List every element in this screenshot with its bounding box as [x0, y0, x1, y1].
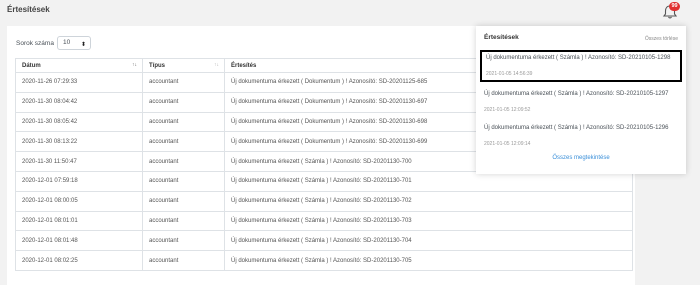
table-row[interactable]: 2020-12-01 07:59:18 accountant Új dokument…: [15, 170, 633, 192]
cell-type: accountant: [142, 91, 225, 113]
table-row[interactable]: 2020-12-01 08:01:48 accountant Új dokument…: [15, 230, 633, 252]
dropdown-title: Értesítések: [484, 34, 519, 41]
sort-icon: ↑↓: [214, 62, 219, 68]
cell-date: 2020-12-01 07:59:18: [15, 170, 143, 192]
cell-date: 2020-12-01 08:01:48: [15, 230, 143, 252]
notification-count-badge: 99: [669, 2, 680, 11]
cell-date: 2020-11-30 11:50:47: [15, 151, 143, 172]
cell-notification: Új dokumentuma érkezett ( Számla ) ! Azo…: [224, 170, 633, 192]
cell-notification: Új dokumentuma érkezett ( Számla ) ! Azo…: [224, 250, 633, 271]
cell-date: 2020-12-01 08:00:05: [15, 190, 143, 212]
table-row[interactable]: 2020-12-01 08:02:25 accountant Új dokument…: [15, 250, 633, 271]
cell-type: accountant: [142, 151, 225, 172]
cell-date: 2020-12-01 08:02:25: [15, 250, 143, 271]
cell-date: 2020-11-30 08:05:42: [15, 111, 143, 133]
clear-all-link[interactable]: Összes törlése: [645, 36, 678, 42]
cell-type: accountant: [142, 170, 225, 192]
notification-item[interactable]: Új dokumentuma érkezett ( Számla ) ! Azo…: [480, 122, 682, 154]
table-row[interactable]: 2020-12-01 08:01:01 accountant Új dokument…: [15, 210, 633, 232]
cell-type: accountant: [142, 230, 225, 252]
rows-per-page-value: 10: [63, 39, 71, 46]
cell-type: accountant: [142, 111, 225, 133]
notification-time: 2021-01-05 12:09:14: [484, 141, 531, 147]
cell-notification: Új dokumentuma érkezett ( Számla ) ! Azo…: [224, 190, 633, 212]
cell-date: 2020-12-01 08:01:01: [15, 210, 143, 232]
cell-type: accountant: [142, 190, 225, 212]
cell-type: accountant: [142, 210, 225, 232]
cell-notification: Új dokumentuma érkezett ( Számla ) ! Azo…: [224, 230, 633, 252]
rows-per-page-select[interactable]: 10 ⬍: [57, 36, 91, 50]
sort-updown-icon: ⬍: [80, 42, 86, 48]
notification-time: 2021-01-05 12:09:52: [484, 107, 531, 113]
notification-text: Új dokumentuma érkezett ( Számla ) ! Azo…: [486, 55, 671, 61]
table-row[interactable]: 2020-12-01 08:00:05 accountant Új dokument…: [15, 190, 633, 212]
top-bar: Értesítések 99: [0, 0, 700, 22]
notification-item[interactable]: Új dokumentuma érkezett ( Számla ) ! Azo…: [480, 50, 682, 82]
cell-notification: Új dokumentuma érkezett ( Számla ) ! Azo…: [224, 210, 633, 232]
rows-per-page-label: Sorok száma: [16, 40, 54, 47]
cell-date: 2020-11-30 08:04:42: [15, 91, 143, 113]
cell-type: accountant: [142, 131, 225, 153]
notification-text: Új dokumentuma érkezett ( Számla ) ! Azo…: [484, 91, 669, 97]
cell-type: accountant: [142, 250, 225, 271]
column-header-date[interactable]: Dátum ↑↓: [15, 58, 143, 73]
view-all-link[interactable]: Összes megtekintése: [476, 155, 686, 161]
cell-type: accountant: [142, 72, 225, 93]
notification-time: 2021-01-05 14:56:39: [486, 71, 533, 77]
cell-date: 2020-11-30 08:13:22: [15, 131, 143, 153]
notifications-dropdown: Értesítések Összes törlése Új dokumentum…: [476, 26, 686, 174]
sort-asc-icon: ↑↓: [132, 62, 137, 68]
notification-item[interactable]: Új dokumentuma érkezett ( Számla ) ! Azo…: [480, 88, 682, 120]
page-title: Értesítések: [7, 5, 50, 14]
notification-text: Új dokumentuma érkezett ( Számla ) ! Azo…: [484, 125, 669, 131]
cell-date: 2020-11-26 07:29:33: [15, 72, 143, 93]
column-header-type[interactable]: Típus ↑↓: [142, 58, 225, 73]
